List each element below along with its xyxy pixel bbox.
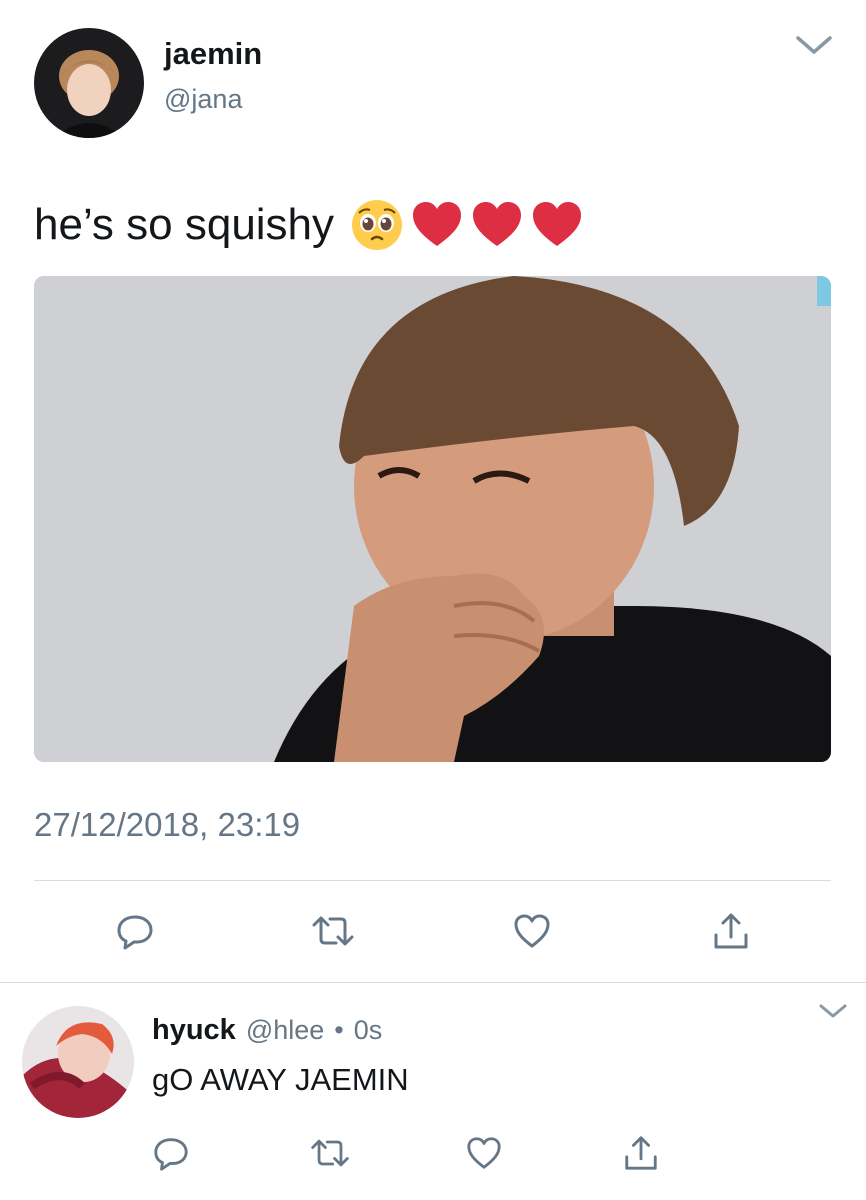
red-heart-emoji xyxy=(413,202,462,246)
like-button[interactable] xyxy=(509,908,555,954)
divider xyxy=(34,880,831,881)
reply-header: hyuck @hlee • 0s xyxy=(152,1014,382,1047)
reply-display-name[interactable]: hyuck xyxy=(152,1014,236,1047)
tweet-timestamp[interactable]: 27/12/2018, 23:19 xyxy=(34,806,300,844)
author-display-name[interactable]: jaemin xyxy=(164,36,262,72)
red-heart-emoji xyxy=(533,202,582,246)
retweet-button[interactable] xyxy=(310,908,356,954)
tweet-photo[interactable] xyxy=(34,276,831,762)
tweet-text-content: he’s so squishy xyxy=(34,200,335,249)
author-handle[interactable]: @jana xyxy=(164,84,242,115)
pleading-face-emoji xyxy=(352,200,403,250)
separator-dot: • xyxy=(334,1015,344,1045)
chevron-down-icon[interactable] xyxy=(794,30,834,60)
chevron-down-icon[interactable] xyxy=(818,1000,848,1022)
share-button[interactable] xyxy=(618,1130,664,1176)
like-icon xyxy=(514,914,550,948)
like-button[interactable] xyxy=(461,1130,507,1176)
share-icon xyxy=(714,913,748,949)
reply-author-avatar[interactable] xyxy=(22,1006,134,1118)
like-icon xyxy=(467,1137,501,1169)
reply-time: 0s xyxy=(353,1015,383,1045)
reply-icon xyxy=(154,1138,188,1171)
reply-text: gO AWAY JAEMIN xyxy=(152,1062,409,1097)
retweet-icon xyxy=(311,1139,349,1167)
reply-icon xyxy=(117,915,153,950)
share-button[interactable] xyxy=(708,908,754,954)
tweet-text: he’s so squishy xyxy=(34,198,584,252)
retweet-icon xyxy=(312,916,354,946)
divider xyxy=(0,982,866,983)
share-icon xyxy=(625,1136,657,1170)
author-avatar[interactable] xyxy=(34,28,144,138)
reply-handle[interactable]: @hlee xyxy=(246,1015,324,1046)
reply-button[interactable] xyxy=(148,1130,194,1176)
retweet-button[interactable] xyxy=(307,1130,353,1176)
reply-button[interactable] xyxy=(112,908,158,954)
red-heart-emoji xyxy=(473,202,522,246)
emoji-row xyxy=(350,198,584,252)
